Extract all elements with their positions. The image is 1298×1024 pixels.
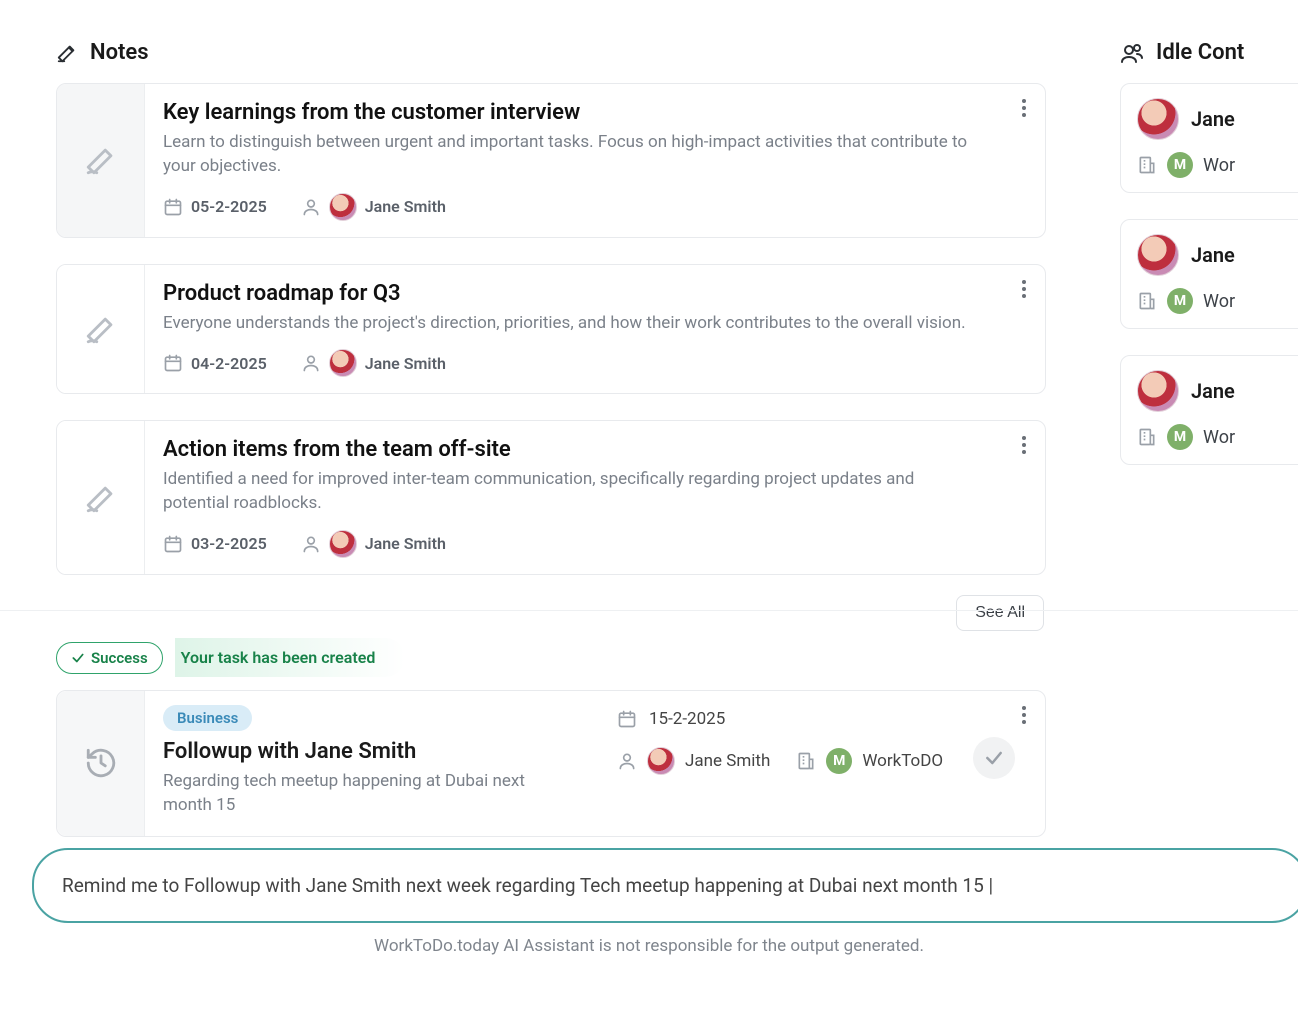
person-icon [301,353,321,373]
people-icon [1120,41,1144,65]
ai-disclaimer: WorkToDo.today AI Assistant is not respo… [0,936,1298,956]
idle-contact-card[interactable]: Jane M Wor [1120,83,1298,193]
idle-contacts-title: Idle Cont [1156,40,1244,65]
note-description: Learn to distinguish between urgent and … [163,131,983,179]
avatar [1137,370,1179,412]
note-card[interactable]: Product roadmap for Q3 Everyone understa… [56,264,1046,395]
task-person: Jane Smith [685,751,770,771]
building-icon [1137,155,1157,175]
org-badge: M [1167,152,1193,178]
success-message: Your task has been created [175,638,406,677]
note-icon [57,421,145,574]
more-options-icon[interactable] [1021,279,1027,299]
complete-task-button[interactable] [973,737,1015,779]
more-options-icon[interactable] [1021,98,1027,118]
avatar [329,530,357,558]
note-description: Identified a need for improved inter-tea… [163,468,983,516]
section-divider [0,610,1298,611]
calendar-icon [163,197,183,217]
prompt-text: Remind me to Followup with Jane Smith ne… [62,874,993,897]
note-icon [57,84,145,237]
building-icon [1137,291,1157,311]
note-card[interactable]: Key learnings from the customer intervie… [56,83,1046,238]
contact-org: Wor [1203,291,1235,312]
note-title: Key learnings from the customer intervie… [163,100,985,125]
note-date: 03-2-2025 [191,534,267,553]
person-icon [301,197,321,217]
ai-prompt-input[interactable]: Remind me to Followup with Jane Smith ne… [32,848,1298,923]
task-tag: Business [163,705,252,731]
contact-name: Jane [1191,379,1235,403]
avatar [1137,98,1179,140]
task-org: WorkToDO [862,751,943,771]
task-description: Regarding tech meetup happening at Dubai… [163,770,543,818]
calendar-icon [163,534,183,554]
org-badge: M [1167,424,1193,450]
idle-contact-card[interactable]: Jane M Wor [1120,355,1298,465]
contact-org: Wor [1203,427,1235,448]
clock-history-icon [57,691,145,836]
building-icon [1137,427,1157,447]
note-title: Product roadmap for Q3 [163,281,985,306]
contact-name: Jane [1191,243,1235,267]
person-icon [617,751,637,771]
more-options-icon[interactable] [1021,705,1027,725]
more-options-icon[interactable] [1021,435,1027,455]
org-badge: M [826,748,852,774]
success-badge: Success [56,642,163,674]
building-icon [796,751,816,771]
idle-contacts-header: Idle Cont [1120,40,1298,65]
success-label: Success [91,649,148,667]
org-badge: M [1167,288,1193,314]
avatar [329,349,357,377]
notes-section-header: Notes [56,40,1046,65]
avatar [329,193,357,221]
note-card[interactable]: Action items from the team off-site Iden… [56,420,1046,575]
contact-name: Jane [1191,107,1235,131]
calendar-icon [163,353,183,373]
person-icon [301,534,321,554]
note-author: Jane Smith [365,354,446,373]
check-icon [71,651,85,665]
note-author: Jane Smith [365,197,446,216]
note-author: Jane Smith [365,534,446,553]
idle-contact-card[interactable]: Jane M Wor [1120,219,1298,329]
pencil-icon [56,42,78,64]
contact-org: Wor [1203,155,1235,176]
task-date: 15-2-2025 [649,709,725,729]
note-date: 05-2-2025 [191,197,267,216]
notes-title: Notes [90,40,149,65]
see-all-button[interactable]: See All [956,595,1044,631]
note-date: 04-2-2025 [191,354,267,373]
avatar [1137,234,1179,276]
note-icon [57,265,145,394]
avatar [647,747,675,775]
note-description: Everyone understands the project's direc… [163,312,983,336]
task-card[interactable]: Business Followup with Jane Smith Regard… [56,690,1046,837]
calendar-icon [617,709,637,729]
note-title: Action items from the team off-site [163,437,985,462]
